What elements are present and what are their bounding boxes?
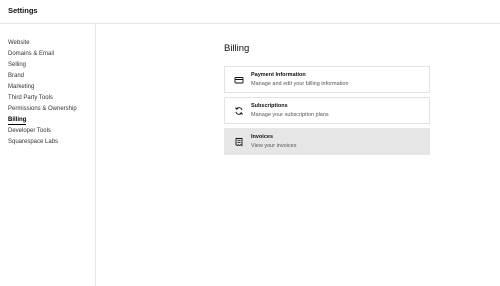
card-title: Subscriptions xyxy=(251,103,288,109)
page-title: Billing xyxy=(224,43,250,54)
subscriptions-card[interactable]: Subscriptions Manage your subscription p… xyxy=(224,97,430,124)
sidebar-item-third-party-tools[interactable]: Third Party Tools xyxy=(8,93,77,104)
sidebar-item-domains-email[interactable]: Domains & Email xyxy=(8,49,77,60)
sidebar-item-website[interactable]: Website xyxy=(8,38,77,49)
settings-nav: Website Domains & Email Selling Brand Ma… xyxy=(8,38,77,148)
card-subtitle: Manage and edit your billing information xyxy=(251,81,349,87)
refresh-icon xyxy=(234,106,244,116)
sidebar-item-marketing[interactable]: Marketing xyxy=(8,82,77,93)
top-bar: Settings xyxy=(0,0,500,24)
sidebar-item-squarespace-labs[interactable]: Squarespace Labs xyxy=(8,137,77,148)
app-title: Settings xyxy=(8,6,38,15)
invoices-card[interactable]: Invoices View your invoices xyxy=(224,128,430,155)
main-content: Billing Payment Information Manage and e… xyxy=(96,24,500,286)
card-title: Payment Information xyxy=(251,72,306,78)
sidebar-item-developer-tools[interactable]: Developer Tools xyxy=(8,126,77,137)
card-title: Invoices xyxy=(251,134,274,140)
card-subtitle: View your invoices xyxy=(251,143,297,149)
sidebar-item-permissions-ownership[interactable]: Permissions & Ownership xyxy=(8,104,77,115)
settings-sidebar: Website Domains & Email Selling Brand Ma… xyxy=(0,24,96,286)
payment-information-card[interactable]: Payment Information Manage and edit your… xyxy=(224,66,430,93)
credit-card-icon xyxy=(234,75,244,85)
sidebar-item-billing[interactable]: Billing xyxy=(8,115,77,126)
receipt-icon xyxy=(234,137,244,147)
sidebar-item-brand[interactable]: Brand xyxy=(8,71,77,82)
sidebar-item-selling[interactable]: Selling xyxy=(8,60,77,71)
card-subtitle: Manage your subscription plans xyxy=(251,112,329,118)
